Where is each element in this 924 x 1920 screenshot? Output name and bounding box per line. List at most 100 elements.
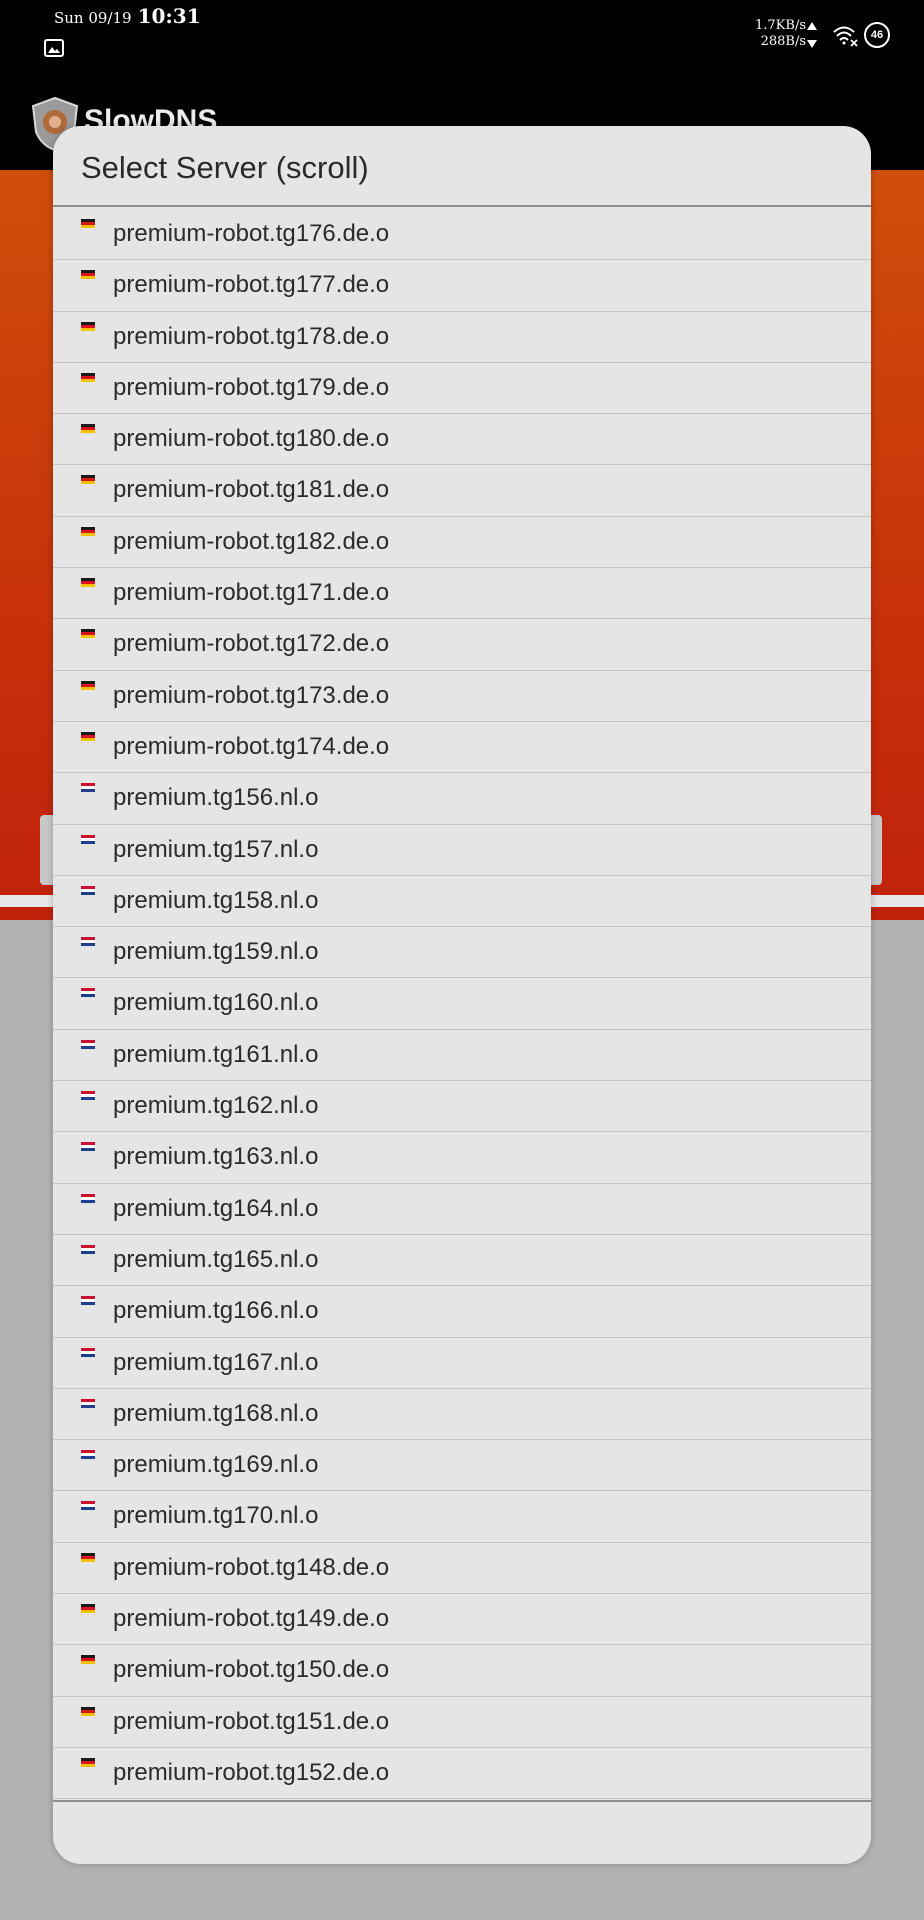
server-row[interactable]: premium-robot.tg150.de.o (53, 1645, 871, 1697)
server-row[interactable]: premium-robot.tg151.de.o (53, 1697, 871, 1748)
germany-flag-icon (81, 526, 95, 536)
server-row[interactable]: premium.tg165.nl.o (53, 1235, 871, 1287)
server-row[interactable]: premium-robot.tg174.de.o (53, 722, 871, 774)
server-row[interactable]: premium.tg163.nl.o (53, 1132, 871, 1184)
battery-icon: 46 (864, 22, 890, 48)
server-row[interactable]: premium.tg169.nl.o (53, 1440, 871, 1492)
server-row[interactable]: premium-robot.tg173.de.o (53, 671, 871, 722)
server-row-label: premium-robot.tg150.de.o (113, 1656, 390, 1684)
germany-flag-icon (81, 629, 95, 639)
gallery-notification-icon (44, 39, 64, 57)
server-row-label: premium-robot.tg148.de.o (113, 1553, 390, 1581)
server-row-label: premium-robot.tg178.de.o (113, 322, 390, 350)
germany-flag-icon (81, 219, 95, 228)
netherlands-flag-icon (81, 783, 95, 793)
status-date: Sun 09/19 10:31 (54, 4, 201, 28)
netherlands-flag-icon (81, 937, 95, 947)
server-row-label: premium.tg164.nl.o (113, 1194, 319, 1222)
download-speed: 288B/s (760, 34, 806, 49)
server-row[interactable]: premium-robot.tg148.de.o (53, 1543, 871, 1595)
netherlands-flag-icon (81, 1450, 95, 1460)
server-row-label: premium.tg159.nl.o (113, 938, 319, 966)
server-row[interactable]: premium.tg160.nl.o (53, 978, 871, 1030)
server-row-label: premium-robot.tg180.de.o (113, 425, 390, 453)
server-row[interactable]: premium.tg170.nl.o (53, 1491, 871, 1543)
server-row[interactable]: premium.tg161.nl.o (53, 1030, 871, 1082)
server-row-label: premium.tg169.nl.o (113, 1451, 319, 1479)
server-row[interactable]: premium.tg162.nl.o (53, 1081, 871, 1133)
status-time: 10:31 (137, 4, 201, 28)
server-row-label: premium.tg167.nl.o (113, 1348, 319, 1376)
server-row-label: premium-robot.tg179.de.o (113, 373, 390, 401)
server-row[interactable]: premium.tg167.nl.o (53, 1338, 871, 1389)
netherlands-flag-icon (81, 885, 95, 895)
germany-flag-icon (81, 475, 95, 485)
server-row[interactable]: premium.tg158.nl.o (53, 876, 871, 928)
server-row-label: premium.tg166.nl.o (113, 1297, 319, 1325)
server-row-label: premium-robot.tg181.de.o (113, 476, 390, 504)
upload-speed: 1.7KB/s (755, 18, 806, 33)
server-row[interactable]: premium.tg157.nl.o (53, 825, 871, 876)
server-row-label: premium-robot.tg173.de.o (113, 681, 390, 709)
server-row[interactable]: premium.tg156.nl.o (53, 773, 871, 825)
server-row-label: premium-robot.tg152.de.o (113, 1758, 390, 1786)
wifi-no-internet-icon (832, 24, 858, 48)
server-row[interactable]: premium-robot.tg171.de.o (53, 568, 871, 620)
server-list-bottom-divider (53, 1800, 871, 1802)
server-row-label: premium.tg170.nl.o (113, 1502, 319, 1530)
netherlands-flag-icon (81, 1039, 95, 1049)
status-date-text: Sun 09/19 (54, 9, 132, 27)
server-row[interactable]: premium.tg164.nl.o (53, 1184, 871, 1235)
data-transfer-arrows-icon (806, 22, 818, 48)
server-row-label: premium.tg162.nl.o (113, 1092, 319, 1120)
server-row-label: premium.tg158.nl.o (113, 886, 319, 914)
germany-flag-icon (81, 270, 95, 280)
netherlands-flag-icon (81, 1501, 95, 1511)
server-row-label: premium-robot.tg177.de.o (113, 271, 390, 299)
server-row-label: premium.tg161.nl.o (113, 1040, 319, 1068)
germany-flag-icon (81, 1757, 95, 1767)
germany-flag-icon (81, 731, 95, 741)
server-row[interactable]: premium-robot.tg182.de.o (53, 517, 871, 569)
select-server-dialog: Select Server (scroll) premium-robot.tg1… (53, 126, 871, 1864)
server-row[interactable]: premium-robot.tg149.de.o (53, 1594, 871, 1646)
server-row-label: premium-robot.tg174.de.o (113, 732, 390, 760)
server-row[interactable]: premium-robot.tg177.de.o (53, 260, 871, 312)
server-row[interactable]: premium-robot.tg172.de.o (53, 619, 871, 671)
server-row[interactable]: premium-robot.tg179.de.o (53, 363, 871, 415)
netherlands-flag-icon (81, 1347, 95, 1357)
server-row-label: premium-robot.tg182.de.o (113, 527, 390, 555)
germany-flag-icon (81, 1655, 95, 1665)
germany-flag-icon (81, 1604, 95, 1614)
germany-flag-icon (81, 424, 95, 434)
germany-flag-icon (81, 578, 95, 588)
dialog-title: Select Server (scroll) (81, 150, 369, 185)
server-row-label: premium.tg156.nl.o (113, 784, 319, 812)
server-row-label: premium-robot.tg171.de.o (113, 579, 390, 607)
germany-flag-icon (81, 1706, 95, 1716)
server-row[interactable]: premium-robot.tg152.de.o (53, 1748, 871, 1800)
server-row-label: premium-robot.tg151.de.o (113, 1707, 390, 1735)
netherlands-flag-icon (81, 1398, 95, 1408)
server-row[interactable]: premium-robot.tg181.de.o (53, 465, 871, 517)
netherlands-flag-icon (81, 834, 95, 844)
server-row[interactable]: premium.tg168.nl.o (53, 1389, 871, 1441)
server-list[interactable]: premium-robot.tg176.de.o premium-robot.tg… (53, 209, 871, 1800)
network-speed: 1.7KB/s 288B/s (755, 18, 806, 50)
netherlands-flag-icon (81, 1193, 95, 1203)
germany-flag-icon (81, 1552, 95, 1562)
server-row[interactable]: premium-robot.tg178.de.o (53, 312, 871, 363)
server-row[interactable]: premium.tg159.nl.o (53, 927, 871, 979)
server-row-label: premium.tg163.nl.o (113, 1143, 319, 1171)
netherlands-flag-icon (81, 1091, 95, 1101)
server-row-label: premium.tg165.nl.o (113, 1245, 319, 1273)
netherlands-flag-icon (81, 1142, 95, 1152)
server-row-label: premium-robot.tg172.de.o (113, 630, 390, 658)
germany-flag-icon (81, 321, 95, 331)
server-row[interactable]: premium.tg166.nl.o (53, 1286, 871, 1338)
dialog-title-divider (53, 205, 871, 207)
server-row-label: premium.tg157.nl.o (113, 835, 319, 863)
server-row[interactable]: premium-robot.tg180.de.o (53, 414, 871, 466)
netherlands-flag-icon (81, 988, 95, 998)
server-row[interactable]: premium-robot.tg176.de.o (53, 209, 871, 261)
